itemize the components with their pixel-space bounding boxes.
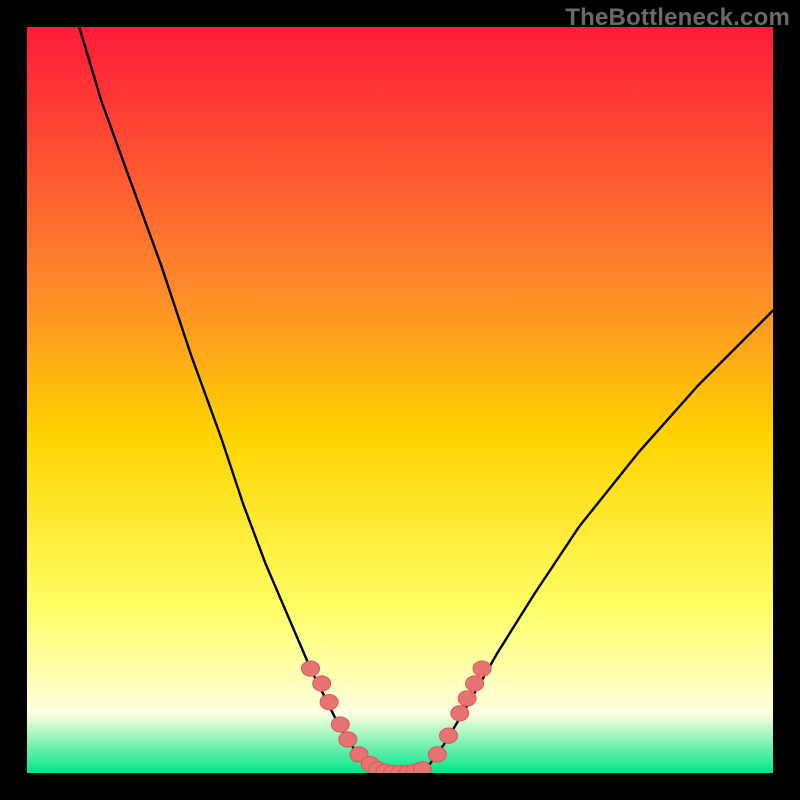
marker-dot	[313, 676, 331, 691]
marker-dot	[339, 732, 357, 747]
marker-dot	[440, 728, 458, 743]
marker-dot	[331, 717, 349, 732]
marker-dot	[428, 747, 446, 762]
marker-dot	[320, 694, 338, 709]
curve-layer	[27, 27, 773, 773]
curve-markers	[302, 661, 492, 773]
marker-dot	[451, 706, 469, 721]
chart-stage: TheBottleneck.com	[0, 0, 800, 800]
marker-dot	[458, 691, 476, 706]
plot-area	[27, 27, 773, 773]
marker-dot	[413, 762, 431, 773]
bottleneck-curve	[79, 27, 773, 773]
marker-dot	[473, 661, 491, 676]
marker-dot	[466, 676, 484, 691]
marker-dot	[302, 661, 320, 676]
watermark-text: TheBottleneck.com	[565, 4, 790, 32]
